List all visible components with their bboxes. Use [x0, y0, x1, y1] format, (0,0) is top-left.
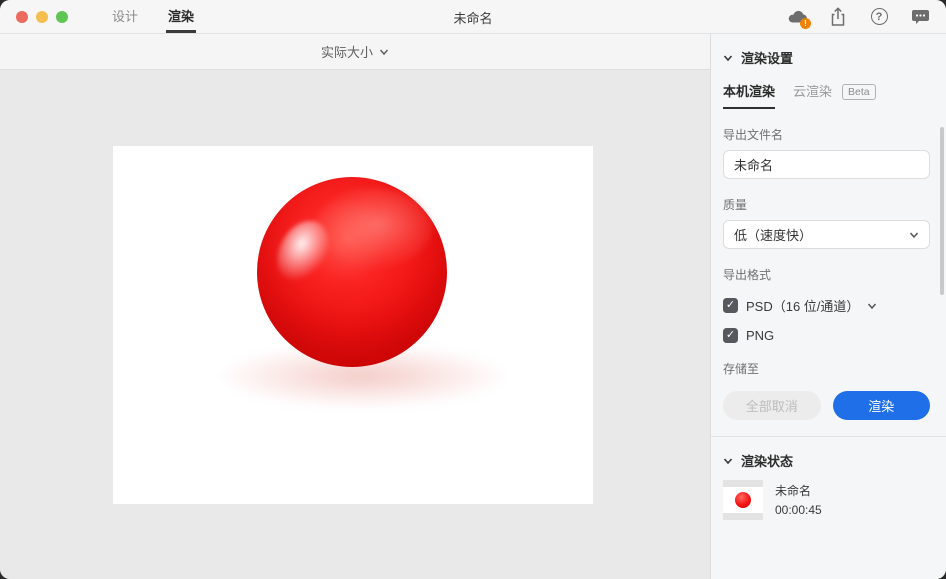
cloud-alert-icon[interactable]: ! [787, 7, 807, 27]
tab-local-render[interactable]: 本机渲染 [723, 81, 775, 109]
psd-label: PSD（16 位/通道） [746, 296, 859, 315]
app-window: 设计 渲染 未命名 ! [0, 0, 946, 579]
render-thumbnail [723, 480, 763, 520]
render-button[interactable]: 渲染 [833, 391, 931, 420]
quality-dropdown[interactable]: 低（速度快） [723, 220, 930, 249]
quality-label: 质量 [723, 196, 930, 213]
filename-input[interactable] [723, 150, 930, 179]
beta-badge: Beta [842, 84, 876, 100]
render-status-header[interactable]: 渲染状态 [711, 437, 946, 470]
render-settings-header[interactable]: 渲染设置 [711, 34, 946, 67]
zoom-level-label: 实际大小 [321, 42, 373, 61]
alert-badge: ! [800, 18, 811, 29]
format-option-png: PNG [723, 328, 930, 343]
filename-label: 导出文件名 [723, 126, 930, 143]
render-canvas[interactable] [0, 70, 710, 579]
help-icon[interactable] [869, 7, 889, 27]
mini-sphere [735, 492, 751, 508]
window-controls [0, 0, 68, 33]
minimize-window-button[interactable] [36, 11, 48, 23]
canvas-toolbar: 实际大小 [0, 34, 710, 70]
psd-checkbox[interactable] [723, 298, 738, 313]
question-mark-glyph [871, 8, 888, 25]
tab-render[interactable]: 渲染 [166, 0, 196, 33]
chevron-down-icon[interactable] [867, 301, 877, 311]
main-area: 实际大小 [0, 34, 710, 579]
render-settings-title: 渲染设置 [741, 48, 793, 67]
render-status-meta: 未命名 00:00:45 [775, 480, 822, 517]
chevron-down-icon [379, 47, 389, 57]
share-icon[interactable] [828, 7, 848, 27]
titlebar-actions: ! [787, 0, 946, 33]
titlebar: 设计 渲染 未命名 ! [0, 0, 946, 34]
rendered-image [113, 146, 593, 504]
render-item-duration: 00:00:45 [775, 503, 822, 517]
chevron-down-icon [723, 53, 733, 63]
zoom-level-dropdown[interactable]: 实际大小 [321, 42, 389, 61]
chevron-down-icon [909, 230, 919, 240]
thumbnail-band-bottom [723, 513, 763, 520]
save-to-label: 存储至 [723, 360, 930, 377]
chevron-down-icon [723, 456, 733, 466]
render-settings-panel: 渲染设置 本机渲染 云渲染 Beta 导出文件名 质量 低（速度快） 导出格式 … [710, 34, 946, 579]
thumbnail-band-top [723, 480, 763, 487]
png-checkbox[interactable] [723, 328, 738, 343]
png-label: PNG [746, 328, 774, 343]
sidebar-scrollbar[interactable] [940, 127, 944, 295]
mode-tabs: 设计 渲染 [110, 0, 196, 33]
format-label: 导出格式 [723, 266, 930, 283]
action-buttons: 全部取消 渲染 [723, 391, 930, 420]
render-status-item[interactable]: 未命名 00:00:45 [711, 470, 946, 520]
cancel-all-button[interactable]: 全部取消 [723, 391, 821, 420]
tab-cloud-render[interactable]: 云渲染 [793, 81, 832, 109]
quality-value: 低（速度快） [734, 225, 812, 244]
thumbnail-image [723, 487, 763, 513]
red-sphere [257, 177, 447, 367]
format-option-psd: PSD（16 位/通道） [723, 296, 930, 315]
tab-design[interactable]: 设计 [110, 0, 140, 33]
app-body: 实际大小 渲染设置 本机渲染 云渲染 Beta [0, 34, 946, 579]
render-status-title: 渲染状态 [741, 451, 793, 470]
render-mode-tabs: 本机渲染 云渲染 Beta [711, 67, 946, 109]
fullscreen-window-button[interactable] [56, 11, 68, 23]
close-window-button[interactable] [16, 11, 28, 23]
feedback-icon[interactable] [910, 7, 930, 27]
render-item-name: 未命名 [775, 482, 822, 499]
